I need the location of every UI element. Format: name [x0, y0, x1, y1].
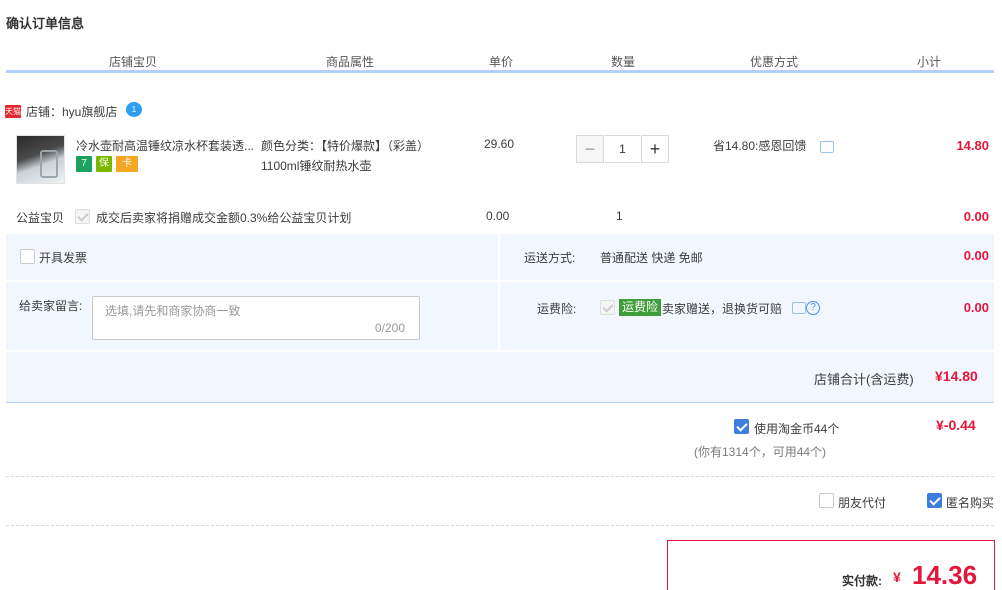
insurance-text: 卖家赠送，退换货可赔 — [662, 302, 783, 316]
shipping-value: 普通配送 快递 免邮 — [600, 251, 703, 265]
memo-label: 给卖家留言: — [19, 299, 83, 313]
credit-card-icon: 卡 — [116, 156, 138, 172]
payment-currency: ¥ — [893, 569, 901, 585]
payment-label: 实付款: — [842, 574, 882, 588]
unit-price: 29.60 — [484, 137, 515, 151]
column-header-price: 单价 — [488, 55, 513, 69]
charity-price: 0.00 — [486, 209, 510, 223]
charity-checkbox — [75, 209, 90, 224]
charity-quantity: 1 — [616, 209, 623, 223]
invoice-label[interactable]: 开具发票 — [39, 249, 87, 266]
memo-placeholder: 选填,请先和商家协商一致 — [105, 304, 241, 318]
shop-total-label: 店铺合计(含运费) — [814, 372, 914, 387]
payment-total: 14.36 — [912, 560, 978, 590]
divider — [6, 476, 994, 477]
column-header-subtotal: 小计 — [916, 55, 941, 69]
friend-pay-label[interactable]: 朋友代付 — [838, 494, 886, 511]
anonymous-checkbox[interactable] — [927, 493, 942, 508]
charity-subtotal: 0.00 — [963, 209, 989, 224]
memo-char-count: 0/200 — [375, 321, 406, 335]
shop-name[interactable]: 店铺：hyu旗舰店 — [26, 103, 117, 120]
wangwang-chat-icon[interactable]: 1 — [126, 102, 142, 117]
message-icon[interactable] — [820, 141, 834, 153]
help-circle-icon[interactable]: ? — [806, 301, 820, 315]
coins-available: (你有1314个，可用44个) — [694, 445, 827, 459]
property-value: 1100ml锤纹耐热水壶 — [261, 159, 372, 173]
page-title: 确认订单信息 — [6, 16, 85, 31]
anonymous-label[interactable]: 匿名购买 — [946, 494, 994, 511]
shop-total-value: ¥14.80 — [935, 368, 978, 384]
insurance-label: 运费险: — [537, 302, 577, 316]
shop-total-divider — [6, 402, 994, 403]
quantity-increase-button[interactable]: + — [641, 135, 669, 163]
guarantee-icon: 保 — [96, 156, 112, 172]
message-icon[interactable] — [792, 302, 806, 314]
quantity-input[interactable]: 1 — [605, 135, 640, 163]
coins-label[interactable]: 使用淘金币44个 — [754, 420, 839, 437]
divider — [6, 525, 994, 526]
shipping-subtotal: 0.00 — [963, 248, 989, 263]
column-header: 店铺宝贝 商品属性 单价 数量 优惠方式 小计 — [6, 50, 994, 72]
property-label: 颜色分类：【特价爆款】（彩盖） — [261, 139, 430, 153]
insurance-subtotal: 0.00 — [963, 300, 989, 315]
coins-discount: ¥-0.44 — [936, 417, 976, 433]
column-header-item: 店铺宝贝 — [108, 55, 157, 69]
product-title[interactable]: 冷水壶耐高温锤纹凉水杯套装透... — [76, 137, 256, 154]
insurance-checkbox — [600, 300, 615, 315]
column-header-props: 商品属性 — [325, 55, 374, 69]
header-divider — [6, 70, 994, 73]
shipping-label: 运送方式: — [524, 251, 576, 265]
column-header-discount: 优惠方式 — [749, 55, 798, 69]
quantity-decrease-button[interactable]: − — [576, 135, 604, 163]
friend-pay-checkbox[interactable] — [819, 493, 834, 508]
charity-text: 成交后卖家将捐赠成交金额0.3%给公益宝贝计划 — [96, 211, 352, 225]
tmall-icon: 天猫 — [5, 105, 21, 118]
insurance-tag: 运费险 — [619, 299, 662, 316]
charity-label: 公益宝贝 — [16, 211, 65, 225]
column-header-quantity: 数量 — [610, 55, 635, 69]
coins-checkbox[interactable] — [734, 419, 749, 434]
item-subtotal: 14.80 — [956, 138, 989, 153]
discount-text: 省14.80:感恩回馈 — [713, 139, 807, 153]
product-thumbnail-handle — [40, 150, 58, 178]
invoice-checkbox[interactable] — [20, 249, 35, 264]
seven-day-return-icon: 7 — [76, 156, 92, 172]
